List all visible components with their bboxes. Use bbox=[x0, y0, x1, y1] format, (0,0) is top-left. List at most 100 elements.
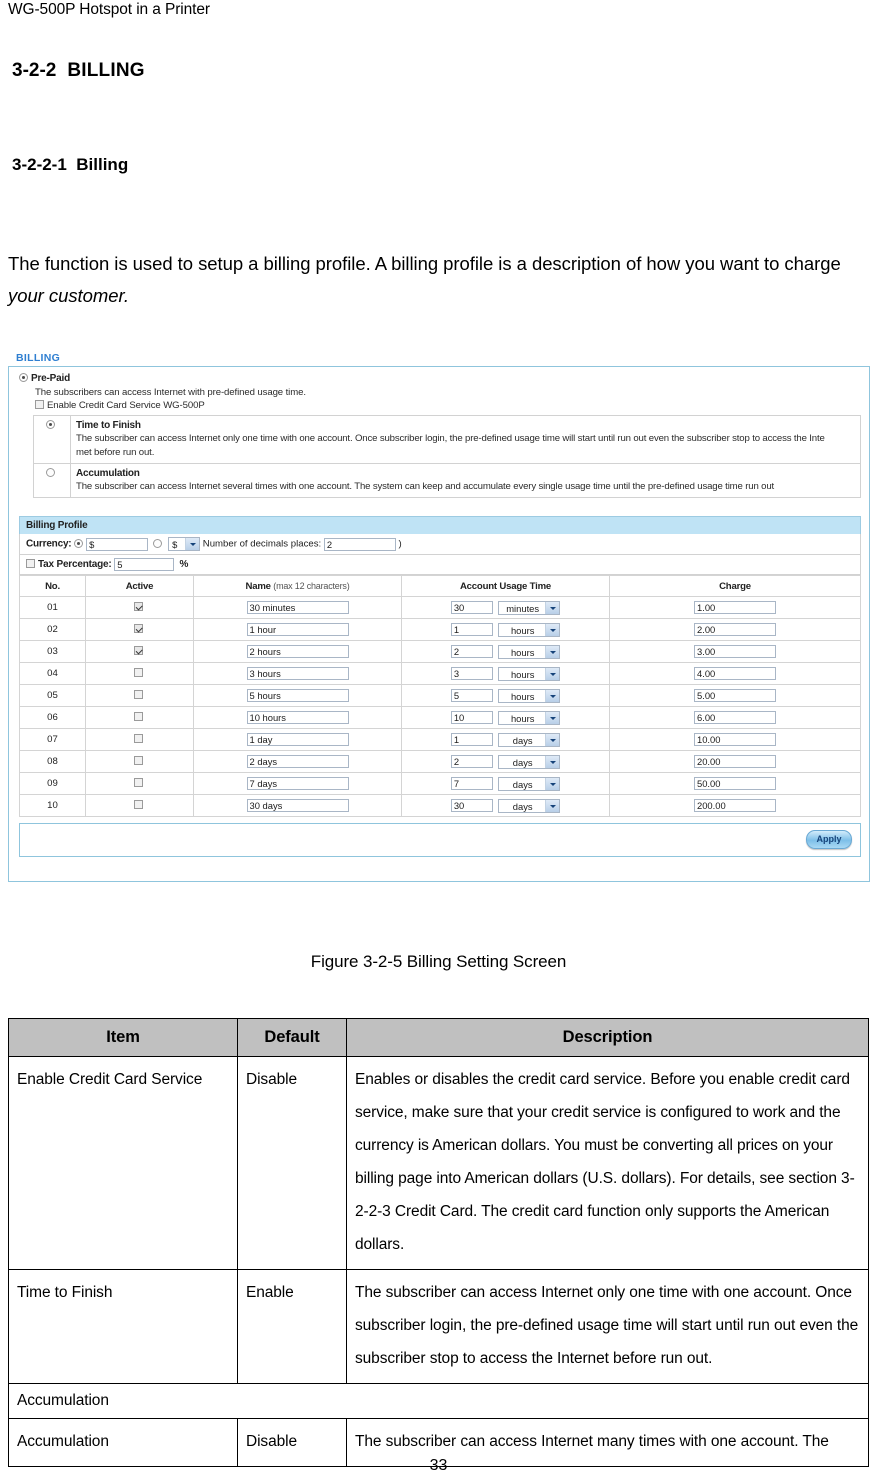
row-active-checkbox-icon[interactable] bbox=[133, 668, 143, 677]
mode-row-accumulation[interactable]: Accumulation The subscriber can access I… bbox=[33, 463, 861, 498]
time-to-finish-radio-icon[interactable] bbox=[46, 420, 55, 429]
row-unit-select[interactable]: days bbox=[498, 732, 561, 747]
panel-title: BILLING bbox=[16, 352, 61, 364]
row-charge-input[interactable] bbox=[694, 777, 776, 790]
mode-row-time-to-finish[interactable]: Time to Finish The subscriber can access… bbox=[33, 415, 861, 464]
row-qty-input[interactable] bbox=[450, 689, 493, 702]
row-active-checkbox-icon[interactable] bbox=[133, 800, 143, 809]
row-unit-select[interactable]: hours bbox=[498, 644, 561, 659]
row-active[interactable] bbox=[85, 728, 194, 751]
apply-button[interactable]: Apply bbox=[806, 830, 852, 849]
row-active-checkbox-icon[interactable] bbox=[133, 756, 143, 765]
chevron-down-icon[interactable] bbox=[545, 623, 560, 636]
prepaid-option[interactable]: Pre-Paid bbox=[19, 373, 861, 384]
row-unit-select[interactable]: days bbox=[498, 754, 561, 769]
row-name-input[interactable] bbox=[246, 755, 349, 768]
row-name-input[interactable] bbox=[246, 645, 349, 658]
row-active[interactable] bbox=[85, 640, 194, 663]
chevron-down-icon[interactable] bbox=[545, 667, 560, 680]
mode-radio-cell-accumulation[interactable] bbox=[33, 463, 71, 498]
enable-credit-card-checkbox-icon[interactable] bbox=[35, 400, 44, 409]
row-name-input[interactable] bbox=[246, 711, 349, 724]
chevron-down-icon[interactable] bbox=[545, 645, 560, 658]
currency-select[interactable]: $ bbox=[168, 537, 201, 551]
row-charge-input[interactable] bbox=[694, 733, 776, 746]
accumulation-radio-icon[interactable] bbox=[46, 468, 55, 477]
tax-percentage-input[interactable] bbox=[114, 558, 175, 571]
row-qty-input[interactable] bbox=[450, 623, 493, 636]
row-qty-input[interactable] bbox=[450, 711, 493, 724]
mode-radio-cell-time-to-finish[interactable] bbox=[33, 415, 71, 464]
row-qty-input[interactable] bbox=[450, 755, 493, 768]
row-charge-input[interactable] bbox=[694, 645, 776, 658]
chevron-down-icon[interactable] bbox=[185, 538, 200, 550]
chevron-down-icon[interactable] bbox=[545, 733, 560, 746]
description-table: Item Default Description Enable Credit C… bbox=[8, 1018, 869, 1467]
row-qty-input[interactable] bbox=[450, 601, 493, 614]
row-name-input[interactable] bbox=[246, 689, 349, 702]
row-name-input[interactable] bbox=[246, 601, 349, 614]
row-name-input[interactable] bbox=[246, 777, 349, 790]
row-active[interactable] bbox=[85, 794, 194, 817]
row-active-checkbox-icon[interactable] bbox=[133, 624, 143, 633]
row-active-checkbox-icon[interactable] bbox=[133, 734, 143, 743]
row-charge-input[interactable] bbox=[694, 689, 776, 702]
row-unit-select[interactable]: hours bbox=[498, 622, 561, 637]
row-charge-input[interactable] bbox=[694, 711, 776, 724]
row-unit-select[interactable]: hours bbox=[498, 688, 561, 703]
tax-percentage-checkbox-icon[interactable] bbox=[26, 559, 35, 569]
currency-custom-radio-icon[interactable] bbox=[74, 538, 84, 548]
chevron-down-icon[interactable] bbox=[545, 799, 560, 812]
row-name-input[interactable] bbox=[246, 623, 349, 636]
row-active-checkbox-icon[interactable] bbox=[133, 778, 143, 787]
description-item: Enable Credit Card Service bbox=[8, 1056, 238, 1270]
row-name-cell bbox=[193, 772, 402, 795]
row-qty-input[interactable] bbox=[450, 777, 493, 790]
row-active[interactable] bbox=[85, 706, 194, 729]
row-active-checkbox-icon[interactable] bbox=[133, 712, 143, 721]
row-unit-select[interactable]: days bbox=[498, 776, 561, 791]
row-active-checkbox-icon[interactable] bbox=[133, 690, 143, 699]
row-name-input[interactable] bbox=[246, 799, 349, 812]
row-active[interactable] bbox=[85, 662, 194, 685]
chevron-down-icon[interactable] bbox=[545, 711, 560, 724]
row-active-checkbox-icon[interactable] bbox=[133, 646, 143, 655]
prepaid-radio-icon[interactable] bbox=[19, 373, 28, 382]
row-name-cell bbox=[193, 684, 402, 707]
row-qty-input[interactable] bbox=[450, 667, 493, 680]
row-charge-input[interactable] bbox=[694, 623, 776, 636]
row-active[interactable] bbox=[85, 618, 194, 641]
row-charge-cell bbox=[609, 750, 861, 773]
row-unit-select[interactable]: hours bbox=[498, 710, 561, 725]
row-charge-input[interactable] bbox=[694, 667, 776, 680]
chevron-down-icon[interactable] bbox=[545, 689, 560, 702]
row-active[interactable] bbox=[85, 750, 194, 773]
row-charge-input[interactable] bbox=[694, 799, 776, 812]
description-header-description: Description bbox=[346, 1018, 869, 1057]
row-active[interactable] bbox=[85, 596, 194, 619]
decimals-close-paren: ) bbox=[398, 538, 402, 550]
row-active-checkbox-icon[interactable] bbox=[133, 602, 143, 611]
row-active[interactable] bbox=[85, 772, 194, 795]
row-unit-select[interactable]: minutes bbox=[498, 600, 561, 615]
row-name-input[interactable] bbox=[246, 733, 349, 746]
decimals-input[interactable] bbox=[323, 537, 396, 551]
row-active[interactable] bbox=[85, 684, 194, 707]
row-unit-select[interactable]: days bbox=[498, 798, 561, 813]
row-charge-input[interactable] bbox=[694, 601, 776, 614]
chevron-down-icon[interactable] bbox=[545, 601, 560, 614]
row-qty-input[interactable] bbox=[450, 645, 493, 658]
chevron-down-icon[interactable] bbox=[545, 755, 560, 768]
row-charge-input[interactable] bbox=[694, 755, 776, 768]
enable-credit-card-option[interactable]: Enable Credit Card Service WG-500P bbox=[35, 400, 861, 411]
row-unit-select[interactable]: hours bbox=[498, 666, 561, 681]
currency-row: Currency: $ Number of decimals places: ) bbox=[19, 534, 861, 555]
decimals-label: Number of decimals places: bbox=[202, 538, 322, 550]
currency-list-radio-icon[interactable] bbox=[153, 538, 163, 548]
chevron-down-icon[interactable] bbox=[545, 777, 560, 790]
row-qty-input[interactable] bbox=[450, 799, 493, 812]
row-qty-input[interactable] bbox=[450, 733, 493, 746]
row-name-input[interactable] bbox=[246, 667, 349, 680]
currency-custom-input[interactable] bbox=[86, 537, 149, 551]
heading-subsection: 3-2-2-1 Billing bbox=[12, 155, 128, 175]
